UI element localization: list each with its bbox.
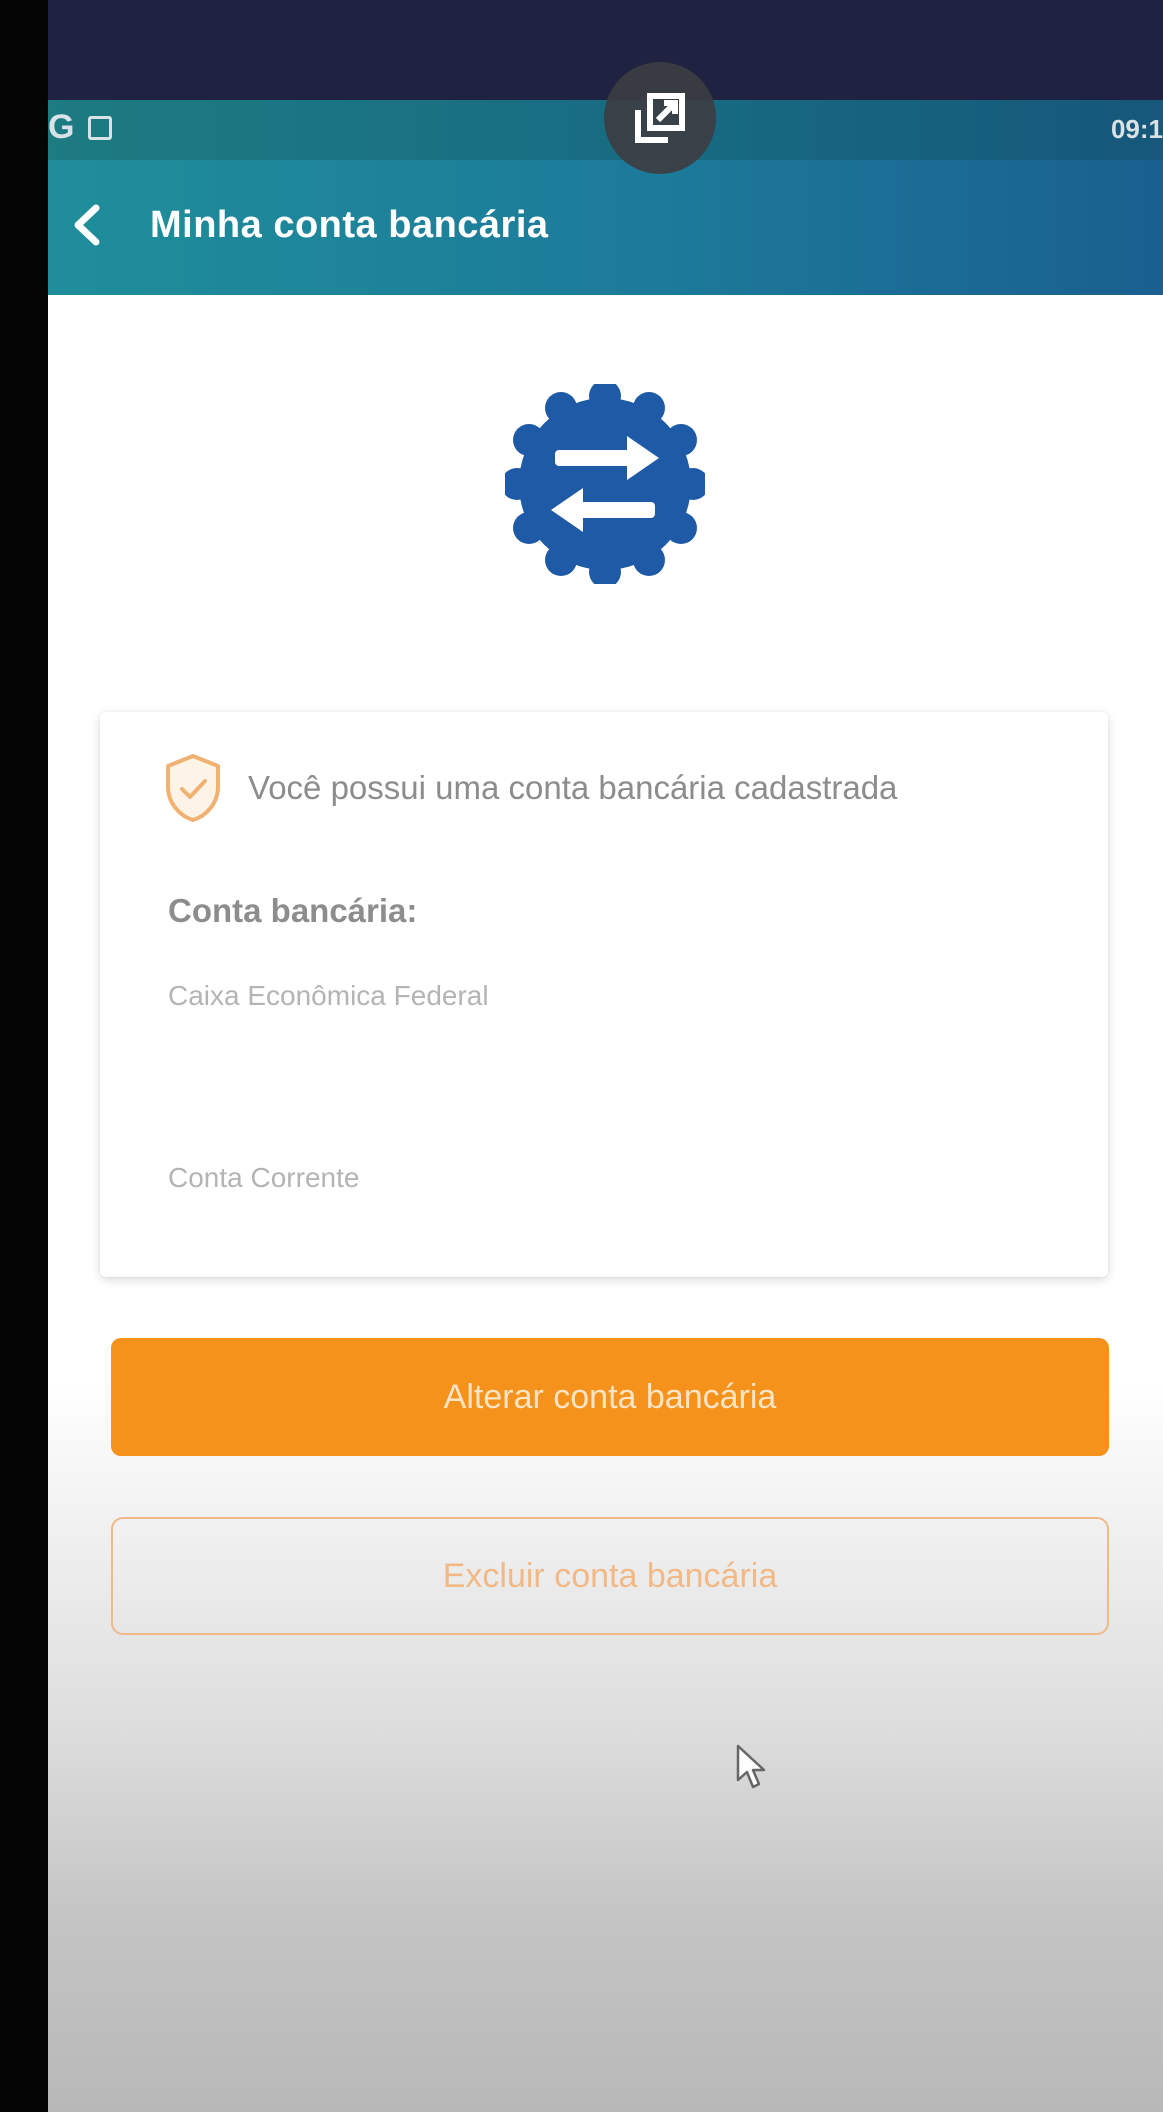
notice-text: Você possui uma conta bancária cadastrad… (248, 769, 898, 806)
registered-notice: Você possui uma conta bancária cadastrad… (162, 752, 897, 824)
chevron-left-icon[interactable] (68, 200, 108, 250)
app-bar: Minha conta bancária (48, 160, 1163, 295)
bank-name: Caixa Econômica Federal (168, 980, 489, 1011)
swap-arrows-badge-icon (505, 384, 705, 584)
picture-in-picture-icon (635, 93, 685, 143)
shield-check-icon (166, 754, 220, 822)
screen: G 09:1 Minha conta bancária Você possui … (0, 0, 1163, 2112)
page-title: Minha conta bancária (150, 204, 549, 246)
bank-account-card: Você possui uma conta bancária cadastrad… (100, 712, 1108, 1277)
notification-square-icon (88, 115, 113, 140)
change-account-button[interactable]: Alterar conta bancária (111, 1338, 1109, 1456)
mouse-pointer-icon (736, 1744, 766, 1789)
account-type: Conta Corrente (168, 1162, 360, 1193)
status-left-indicators: G (48, 108, 113, 147)
status-time: 09:1 (1110, 114, 1163, 144)
top-dark-band (48, 0, 1163, 100)
left-black-border (0, 0, 48, 2112)
picture-in-picture-button[interactable] (604, 62, 716, 174)
status-network-text: G (48, 108, 75, 146)
account-label: Conta bancária: (168, 892, 418, 929)
phone-screen: G 09:1 Minha conta bancária Você possui … (48, 0, 1163, 2112)
delete-account-button[interactable]: Excluir conta bancária (111, 1517, 1109, 1635)
